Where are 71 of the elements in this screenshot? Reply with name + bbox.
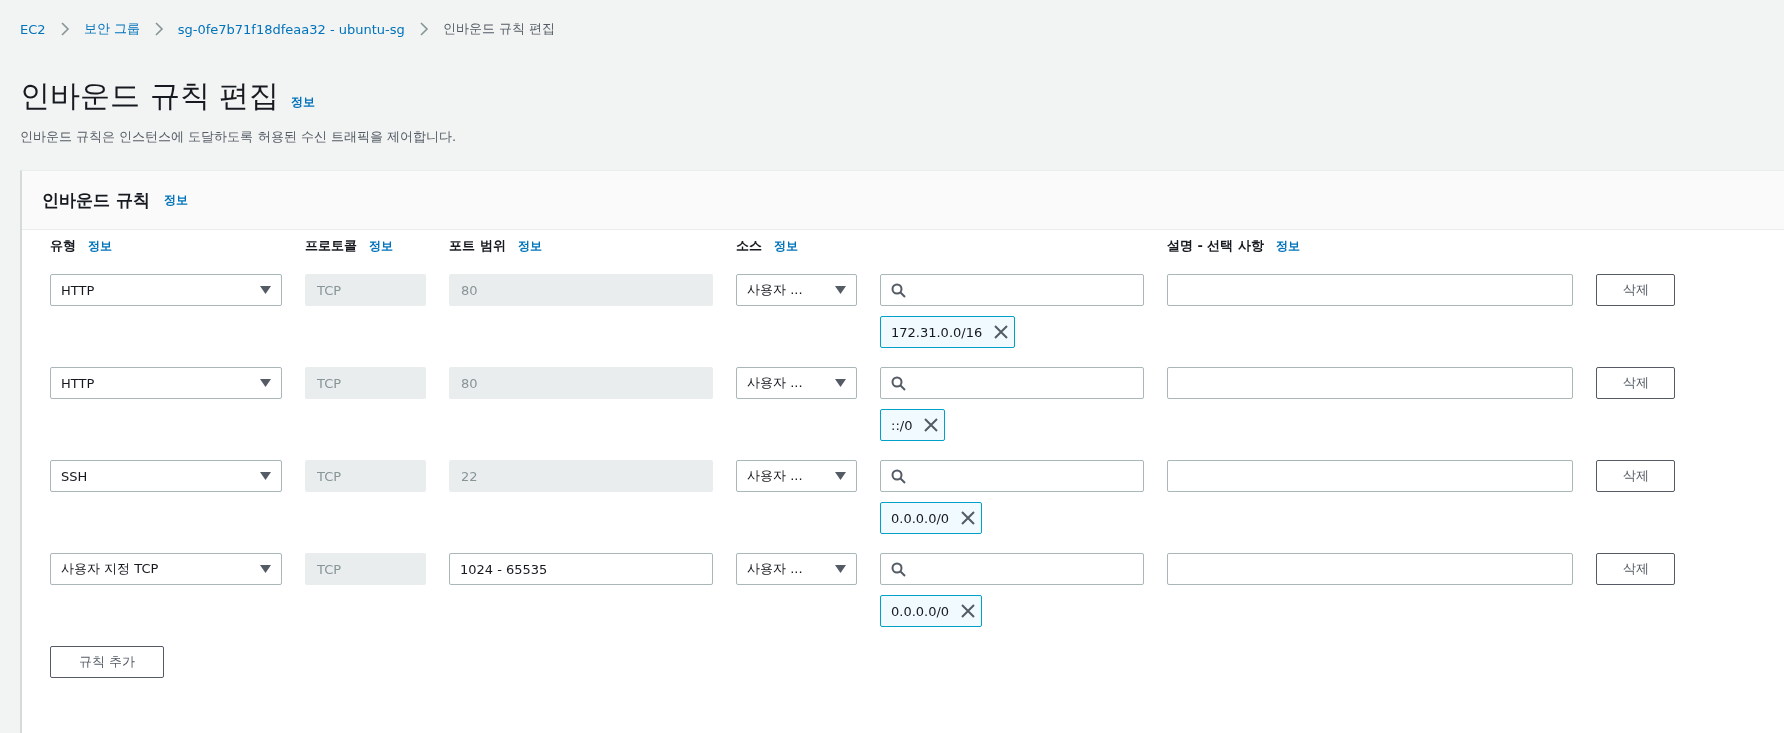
caret-icon (260, 379, 271, 387)
source-select[interactable]: 사용자 ... (736, 460, 857, 492)
type-select[interactable]: HTTP (50, 274, 282, 306)
breadcrumb-link[interactable]: sg-0fe7b71f18dfeaa32 - ubuntu-sg (177, 21, 405, 37)
column-header: 소스 (736, 237, 762, 255)
caret-icon (260, 565, 271, 573)
close-icon[interactable] (961, 511, 976, 525)
port-range-field: 22 (449, 460, 713, 492)
info-link[interactable]: 정보 (1276, 237, 1300, 255)
close-icon[interactable] (961, 604, 976, 618)
search-icon (891, 468, 906, 484)
delete-button[interactable]: 삭제 (1596, 460, 1675, 492)
cidr-token: ::/0 (880, 409, 946, 441)
source-select[interactable]: 사용자 ... (736, 274, 857, 306)
source-select[interactable]: 사용자 ... (736, 553, 857, 585)
current-page-label: 인바운드 규칙 편집 (442, 20, 555, 38)
source-select[interactable]: 사용자 ... (736, 367, 857, 399)
chevron-icon (153, 22, 164, 36)
port-range-field: 80 (449, 367, 713, 399)
type-select[interactable]: SSH (50, 460, 282, 492)
page-description: 인바운드 규칙은 인스턴스에 도달하도록 허용된 수신 트래픽을 제어합니다. (20, 128, 458, 146)
protocol-field: TCP (305, 460, 426, 492)
port-range-field[interactable]: 1024 - 65535 (449, 553, 713, 585)
breadcrumb-link[interactable]: EC2 (20, 21, 46, 37)
search-field[interactable] (880, 274, 1144, 306)
caret-icon (835, 472, 846, 480)
info-link[interactable]: 정보 (369, 237, 393, 255)
description-field[interactable] (1167, 274, 1573, 306)
column-header: 유형 (50, 237, 76, 255)
breadcrumb-link[interactable]: 보안 그룹 (83, 20, 140, 38)
info-link[interactable]: 정보 (291, 94, 316, 111)
caret-icon (835, 286, 846, 294)
caret-icon (835, 379, 846, 387)
description-field[interactable] (1167, 460, 1573, 492)
delete-button[interactable]: 삭제 (1596, 274, 1675, 306)
chevron-icon (59, 22, 70, 36)
delete-button[interactable]: 삭제 (1596, 367, 1675, 399)
type-select[interactable]: HTTP (50, 367, 282, 399)
info-link[interactable]: 정보 (517, 237, 542, 255)
type-select[interactable]: 사용자 지정 TCP (50, 553, 282, 585)
search-icon (891, 561, 906, 577)
caret-icon (835, 565, 846, 573)
port-range-field: 80 (449, 274, 713, 306)
info-link[interactable]: 정보 (774, 237, 798, 255)
delete-button[interactable]: 삭제 (1596, 553, 1675, 585)
column-header: 포트 범위 (449, 237, 506, 255)
panel-title: 인바운드 규칙 (42, 188, 150, 212)
protocol-field: TCP (305, 553, 426, 585)
close-icon[interactable] (924, 418, 939, 432)
column-header: 프로토콜 (305, 237, 357, 255)
search-icon (891, 282, 906, 298)
info-link[interactable]: 정보 (163, 191, 188, 209)
close-icon[interactable] (994, 325, 1009, 339)
caret-icon (260, 472, 271, 480)
cidr-token: 0.0.0.0/0 (880, 595, 983, 627)
protocol-field: TCP (305, 367, 426, 399)
caret-icon (260, 286, 271, 294)
add-rule-button[interactable]: 규칙 추가 (50, 646, 164, 678)
info-link[interactable]: 정보 (88, 237, 112, 255)
page-title: 인바운드 규칙 편집 (20, 78, 280, 114)
search-field[interactable] (880, 460, 1144, 492)
search-field[interactable] (880, 553, 1144, 585)
cidr-token: 0.0.0.0/0 (880, 502, 983, 534)
column-header: 설명 - 선택 사항 (1167, 237, 1264, 255)
description-field[interactable] (1167, 553, 1573, 585)
search-icon (891, 375, 906, 391)
protocol-field: TCP (305, 274, 426, 306)
chevron-icon (418, 22, 429, 36)
description-field[interactable] (1167, 367, 1573, 399)
cidr-token: 172.31.0.0/16 (880, 316, 1016, 348)
search-field[interactable] (880, 367, 1144, 399)
